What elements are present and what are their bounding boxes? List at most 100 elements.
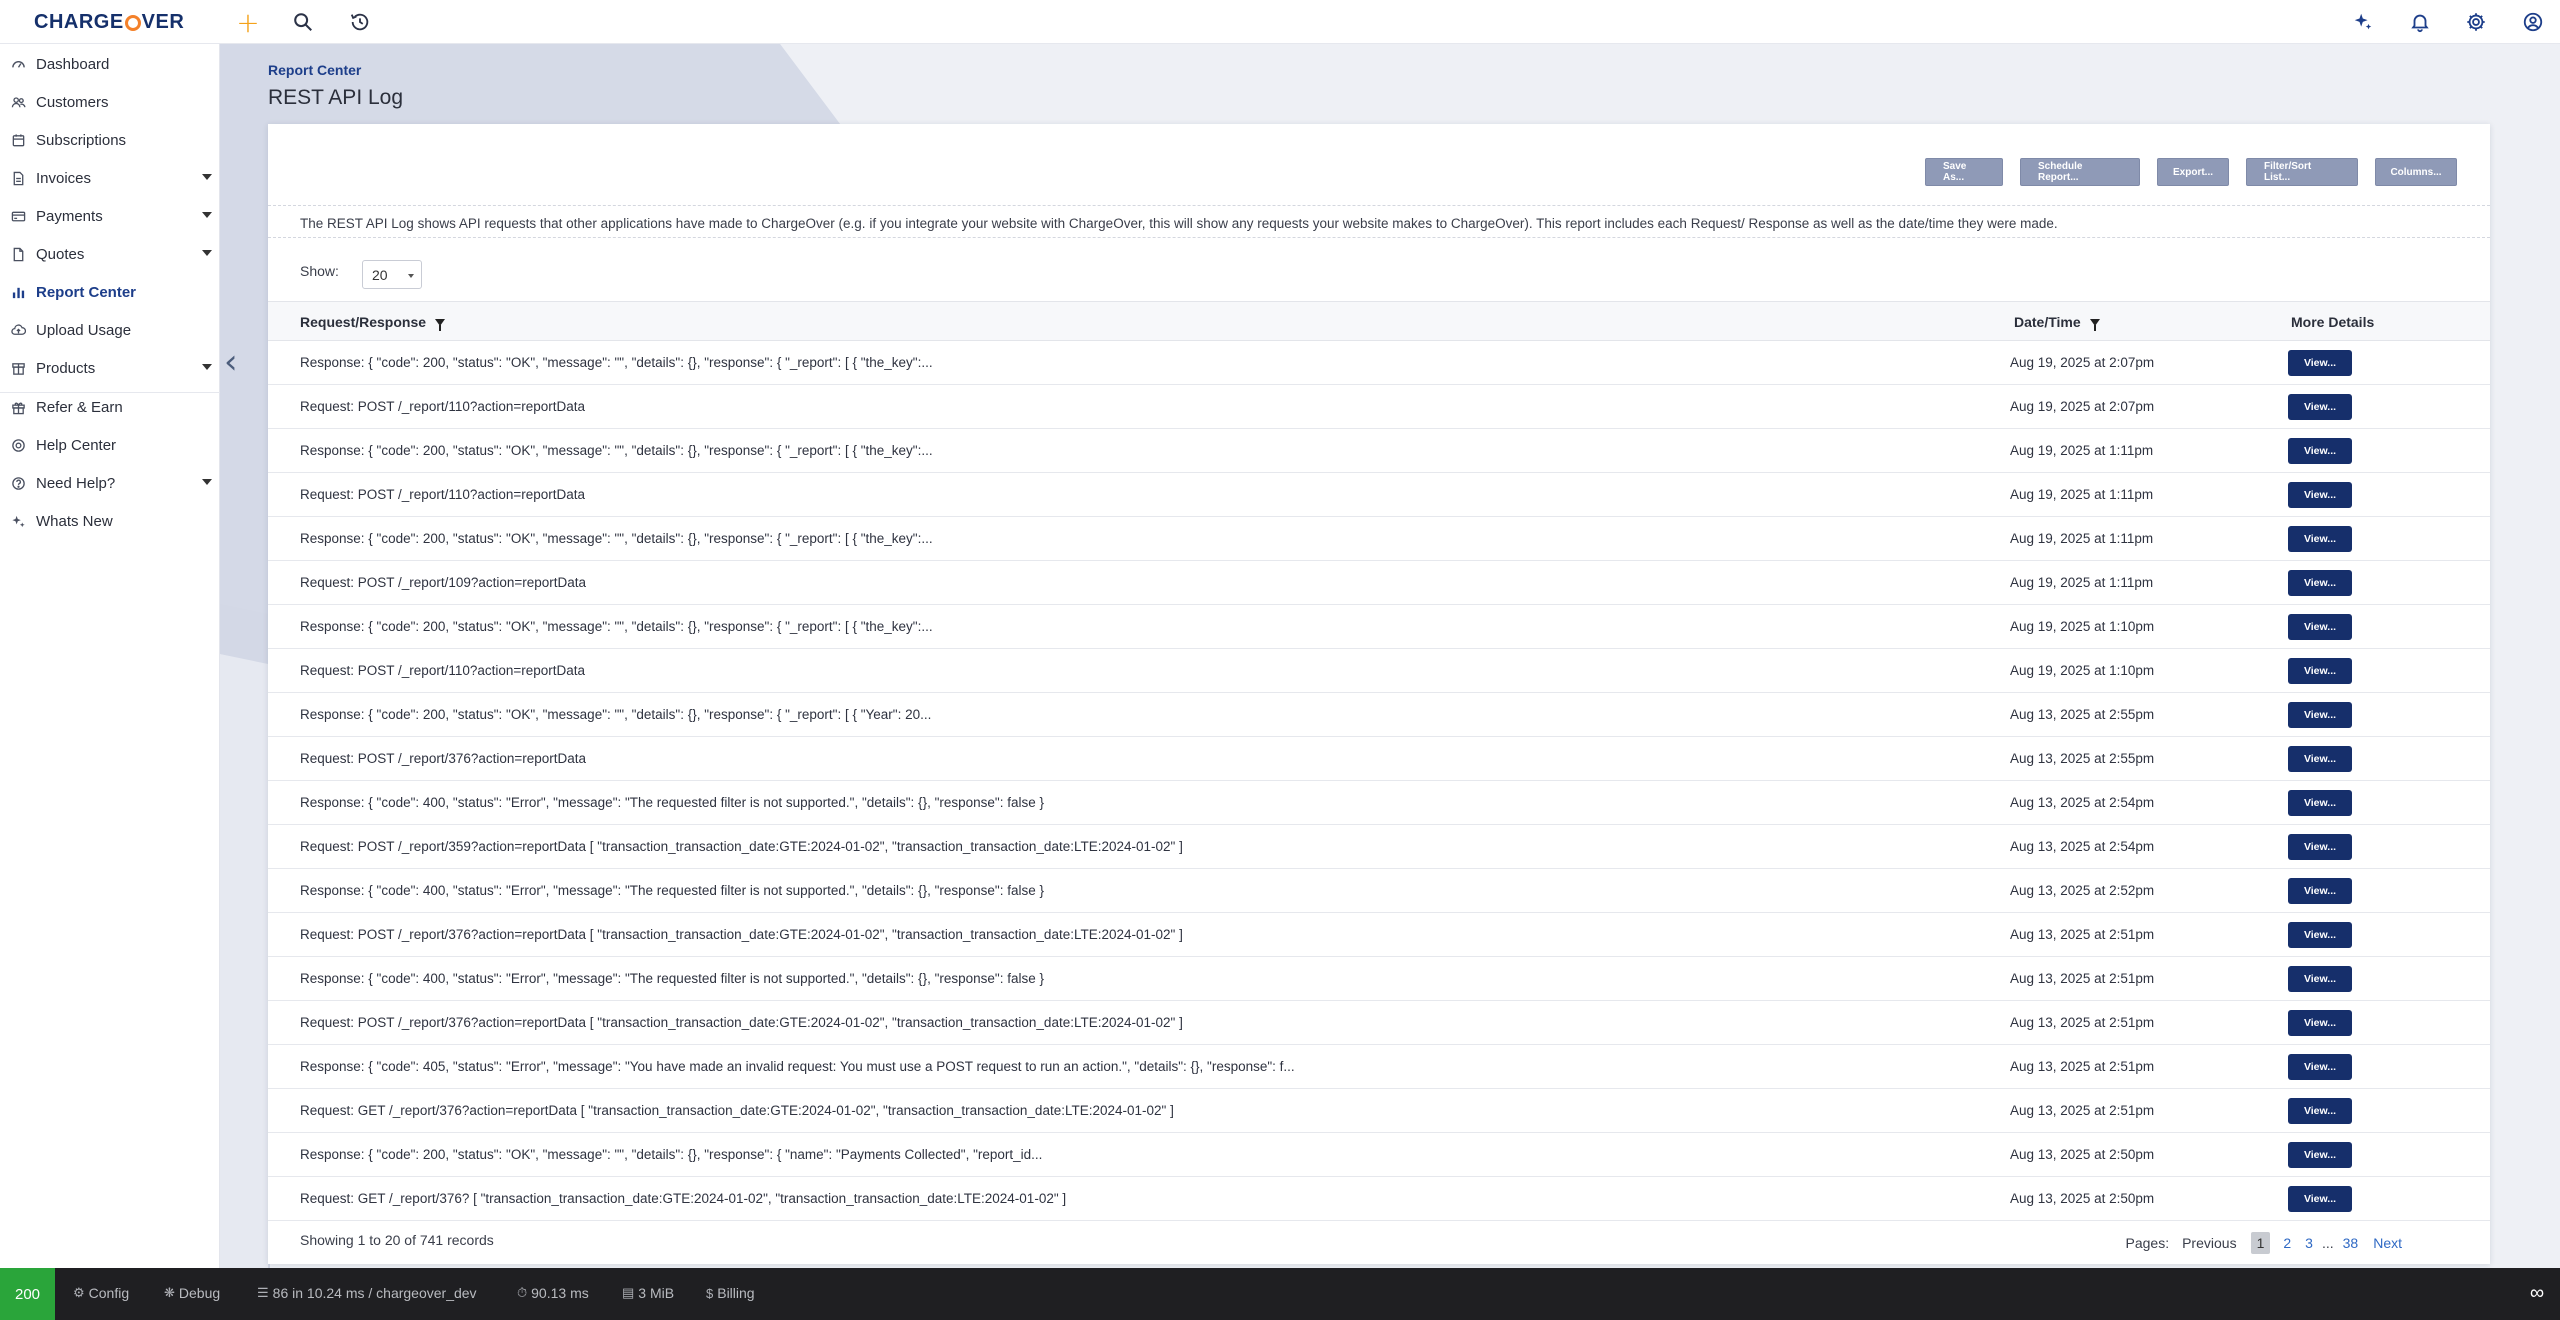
view-details-button[interactable]: View...: [2288, 790, 2352, 816]
notifications-bell-icon[interactable]: [2405, 7, 2435, 37]
user-account-icon[interactable]: [2518, 7, 2548, 37]
date-time-cell: Aug 13, 2025 at 2:51pm: [2010, 971, 2155, 986]
filter-sort-button[interactable]: Filter/Sort List...: [2246, 158, 2358, 186]
chevron-down-icon[interactable]: [202, 364, 212, 370]
sidebar-item-label: Quotes: [36, 245, 85, 263]
breadcrumb-report-center[interactable]: Report Center: [268, 62, 361, 78]
view-details-button[interactable]: View...: [2288, 526, 2352, 552]
sidebar-item-whats-new[interactable]: Whats New: [0, 504, 220, 538]
schedule-report-button[interactable]: Schedule Report...: [2020, 158, 2140, 186]
view-details-button[interactable]: View...: [2288, 1186, 2352, 1212]
view-details-button[interactable]: View...: [2288, 834, 2352, 860]
view-details-button[interactable]: View...: [2288, 878, 2352, 904]
view-details-button[interactable]: View...: [2288, 1098, 2352, 1124]
date-time-cell: Aug 13, 2025 at 2:55pm: [2010, 751, 2155, 766]
add-new-icon[interactable]: +: [233, 6, 263, 39]
sidebar-item-quotes[interactable]: Quotes: [0, 237, 220, 271]
sidebar-item-products[interactable]: Products: [0, 351, 220, 385]
debug-billing-tab[interactable]: $ Billing: [706, 1285, 755, 1301]
quote-document-icon: [10, 246, 26, 262]
view-details-button[interactable]: View...: [2288, 658, 2352, 684]
filter-icon[interactable]: [435, 318, 446, 331]
chevron-down-icon[interactable]: [202, 479, 212, 485]
sidebar-item-need-help[interactable]: Need Help?: [0, 466, 220, 500]
column-header-date-time[interactable]: Date/Time: [2014, 314, 2100, 331]
page-size-select[interactable]: 20: [362, 260, 422, 289]
search-icon[interactable]: [288, 7, 318, 37]
database-icon: ☰: [257, 1285, 269, 1300]
view-details-button[interactable]: View...: [2288, 482, 2352, 508]
sidebar-item-invoices[interactable]: Invoices: [0, 161, 220, 195]
sidebar-item-subscriptions[interactable]: Subscriptions: [0, 123, 220, 157]
page-link[interactable]: 2: [2283, 1235, 2291, 1251]
table-row: Request: POST /_report/359?action=report…: [268, 825, 2490, 869]
view-details-button[interactable]: View...: [2288, 1054, 2352, 1080]
date-time-cell: Aug 13, 2025 at 2:50pm: [2010, 1147, 2155, 1162]
view-details-button[interactable]: View...: [2288, 394, 2352, 420]
page-link-last[interactable]: 38: [2343, 1235, 2359, 1251]
date-time-cell: Aug 13, 2025 at 2:50pm: [2010, 1191, 2155, 1206]
chevron-down-icon[interactable]: [202, 174, 212, 180]
page-link[interactable]: 3: [2305, 1235, 2313, 1251]
sparkle-icon[interactable]: [2348, 7, 2378, 37]
view-details-button[interactable]: View...: [2288, 614, 2352, 640]
product-box-icon: [10, 360, 26, 376]
table-row: Response: { "code": 400, "status": "Erro…: [268, 957, 2490, 1001]
divider: [268, 205, 2490, 206]
sidebar-item-dashboard[interactable]: Dashboard: [0, 47, 220, 81]
view-details-button[interactable]: View...: [2288, 966, 2352, 992]
sidebar-item-help-center[interactable]: Help Center: [0, 428, 220, 462]
date-time-cell: Aug 19, 2025 at 1:10pm: [2010, 619, 2155, 634]
save-as-button[interactable]: Save As...: [1925, 158, 2003, 186]
debugbar-logo-icon[interactable]: ∞: [2526, 1282, 2548, 1304]
sidebar-item-refer-earn[interactable]: Refer & Earn: [0, 390, 220, 424]
debug-memory-tab[interactable]: ▤ 3 MiB: [622, 1285, 674, 1301]
sidebar-item-payments[interactable]: Payments: [0, 199, 220, 233]
sidebar-item-report-center[interactable]: Report Center: [0, 275, 220, 309]
debug-tab-label: Debug: [178, 1285, 221, 1301]
help-lifebuoy-icon: [10, 437, 26, 453]
http-status-badge[interactable]: 200: [0, 1268, 55, 1320]
sidebar-item-label: Dashboard: [36, 55, 110, 73]
debug-config-tab[interactable]: ⚙ Config: [73, 1285, 129, 1301]
report-toolbar: Save As... Schedule Report... Export... …: [1925, 158, 2457, 186]
view-details-button[interactable]: View...: [2288, 438, 2352, 464]
settings-gear-icon[interactable]: [2461, 7, 2491, 37]
sidebar-collapse-icon[interactable]: ‹: [224, 342, 242, 382]
column-header-request-response[interactable]: Request/Response: [300, 314, 446, 331]
request-response-cell: Response: { "code": 200, "status": "OK",…: [300, 443, 933, 458]
table-row: Response: { "code": 200, "status": "OK",…: [268, 605, 2490, 649]
date-time-cell: Aug 19, 2025 at 1:11pm: [2010, 575, 2154, 590]
chevron-down-icon[interactable]: [202, 250, 212, 256]
date-time-cell: Aug 19, 2025 at 1:11pm: [2010, 531, 2154, 546]
table-row: Response: { "code": 400, "status": "Erro…: [268, 869, 2490, 913]
page-link-current[interactable]: 1: [2250, 1232, 2271, 1254]
chargeover-logo[interactable]: CHARGE VER: [34, 10, 184, 34]
sidebar-item-label: Invoices: [36, 169, 92, 187]
debug-time-tab[interactable]: ⏱ 90.13 ms: [517, 1285, 589, 1301]
table-body: Response: { "code": 200, "status": "OK",…: [268, 341, 2490, 1221]
history-icon[interactable]: [345, 7, 375, 37]
view-details-button[interactable]: View...: [2288, 1142, 2352, 1168]
debug-debug-tab[interactable]: ❋ Debug: [164, 1285, 220, 1301]
next-page-link[interactable]: Next: [2373, 1235, 2402, 1251]
view-details-button[interactable]: View...: [2288, 1010, 2352, 1036]
debug-queries-tab[interactable]: ☰ 86 in 10.24 ms / chargeover_dev: [257, 1285, 477, 1301]
view-details-button[interactable]: View...: [2288, 570, 2352, 596]
date-time-cell: Aug 19, 2025 at 2:07pm: [2010, 355, 2155, 370]
view-details-button[interactable]: View...: [2288, 350, 2352, 376]
export-button[interactable]: Export...: [2157, 158, 2229, 186]
sidebar-item-customers[interactable]: Customers: [0, 85, 220, 119]
previous-page-link[interactable]: Previous: [2182, 1235, 2236, 1251]
date-time-cell: Aug 13, 2025 at 2:54pm: [2010, 839, 2155, 854]
view-details-button[interactable]: View...: [2288, 922, 2352, 948]
chevron-down-icon[interactable]: [202, 212, 212, 218]
sidebar-item-upload-usage[interactable]: Upload Usage: [0, 313, 220, 347]
columns-button[interactable]: Columns...: [2375, 158, 2457, 186]
filter-icon[interactable]: [2089, 318, 2100, 331]
view-details-button[interactable]: View...: [2288, 702, 2352, 728]
chevron-down-icon: [408, 274, 414, 278]
view-details-button[interactable]: View...: [2288, 746, 2352, 772]
table-row: Request: POST /_report/110?action=report…: [268, 473, 2490, 517]
request-response-cell: Request: POST /_report/110?action=report…: [300, 399, 586, 414]
